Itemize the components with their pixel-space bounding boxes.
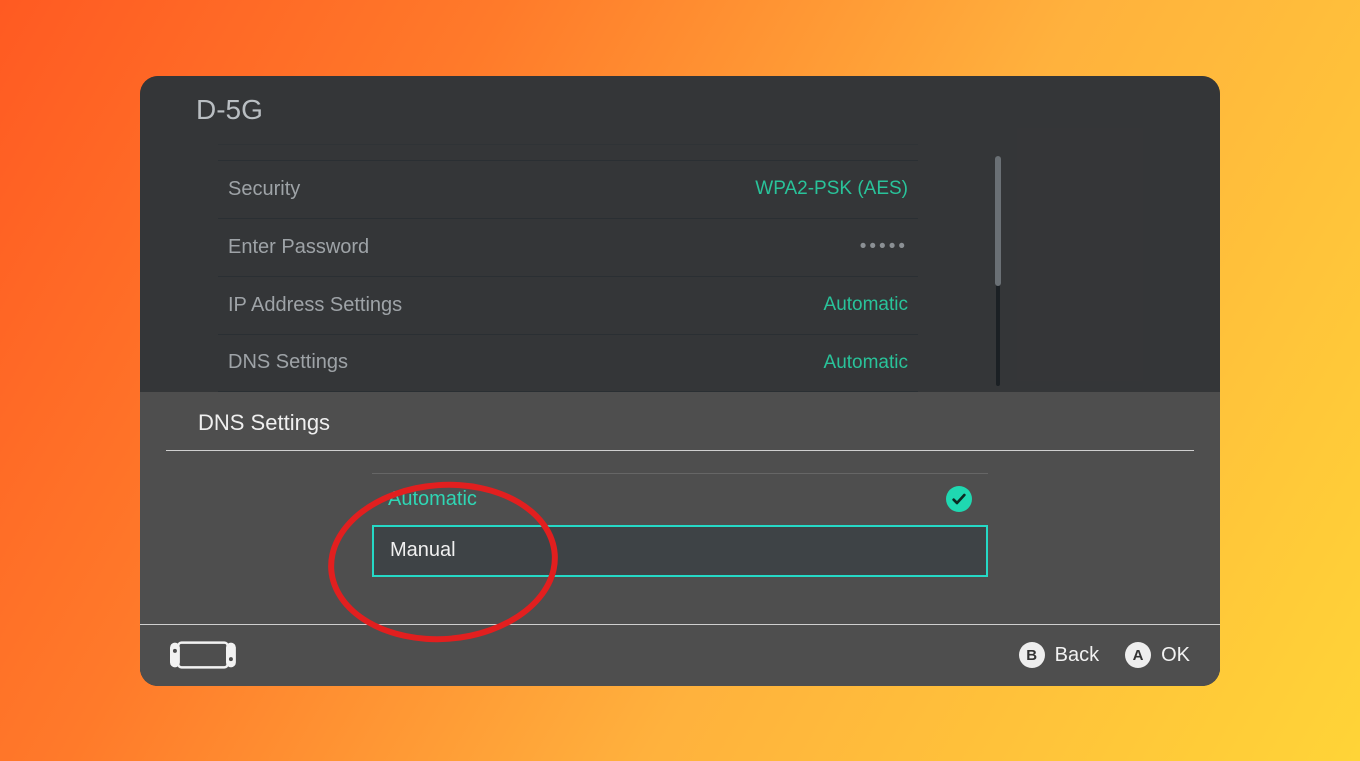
network-settings-panel: D-5G SSID DG1670AC2-5G Security WPA2-PSK… [140, 76, 1220, 392]
password-label: Enter Password [228, 236, 369, 259]
ip-settings-row[interactable]: IP Address Settings Automatic [218, 276, 918, 334]
password-row[interactable]: Enter Password ••••• [218, 218, 918, 276]
ssid-row[interactable]: SSID DG1670AC2-5G [218, 144, 918, 160]
console-screen: D-5G SSID DG1670AC2-5G Security WPA2-PSK… [140, 76, 1220, 686]
dns-option-manual-label: Manual [390, 539, 456, 562]
page-background: D-5G SSID DG1670AC2-5G Security WPA2-PSK… [0, 0, 1360, 761]
password-value: ••••• [860, 236, 908, 258]
checkmark-icon [946, 486, 972, 512]
dns-settings-value: Automatic [824, 352, 908, 374]
security-label: Security [228, 178, 300, 201]
scrollbar-thumb[interactable] [995, 156, 1001, 286]
dns-option-automatic[interactable]: Automatic [372, 473, 988, 525]
security-value: WPA2-PSK (AES) [755, 178, 908, 200]
dns-settings-row[interactable]: DNS Settings Automatic [218, 334, 918, 392]
ip-settings-label: IP Address Settings [228, 294, 402, 317]
dns-options-list: Automatic Manual [372, 473, 988, 577]
modal-title: DNS Settings [140, 392, 1220, 450]
modal-divider [166, 450, 1194, 451]
ok-label: OK [1161, 644, 1190, 667]
back-label: Back [1055, 644, 1099, 667]
dns-settings-modal: DNS Settings Automatic Manual [140, 392, 1220, 686]
footer-bar: B Back A OK [140, 624, 1220, 686]
network-title: D-5G [140, 94, 1220, 144]
settings-list: SSID DG1670AC2-5G Security WPA2-PSK (AES… [218, 144, 918, 392]
footer-hints: B Back A OK [1019, 642, 1190, 668]
security-row[interactable]: Security WPA2-PSK (AES) [218, 160, 918, 218]
b-button-icon: B [1019, 642, 1045, 668]
dns-settings-label: DNS Settings [228, 351, 348, 374]
dns-option-automatic-label: Automatic [388, 488, 477, 511]
ip-settings-value: Automatic [824, 294, 908, 316]
a-button-icon: A [1125, 642, 1151, 668]
controller-icon [170, 641, 236, 669]
ok-button[interactable]: A OK [1125, 642, 1190, 668]
dns-option-manual[interactable]: Manual [372, 525, 988, 577]
back-button[interactable]: B Back [1019, 642, 1099, 668]
